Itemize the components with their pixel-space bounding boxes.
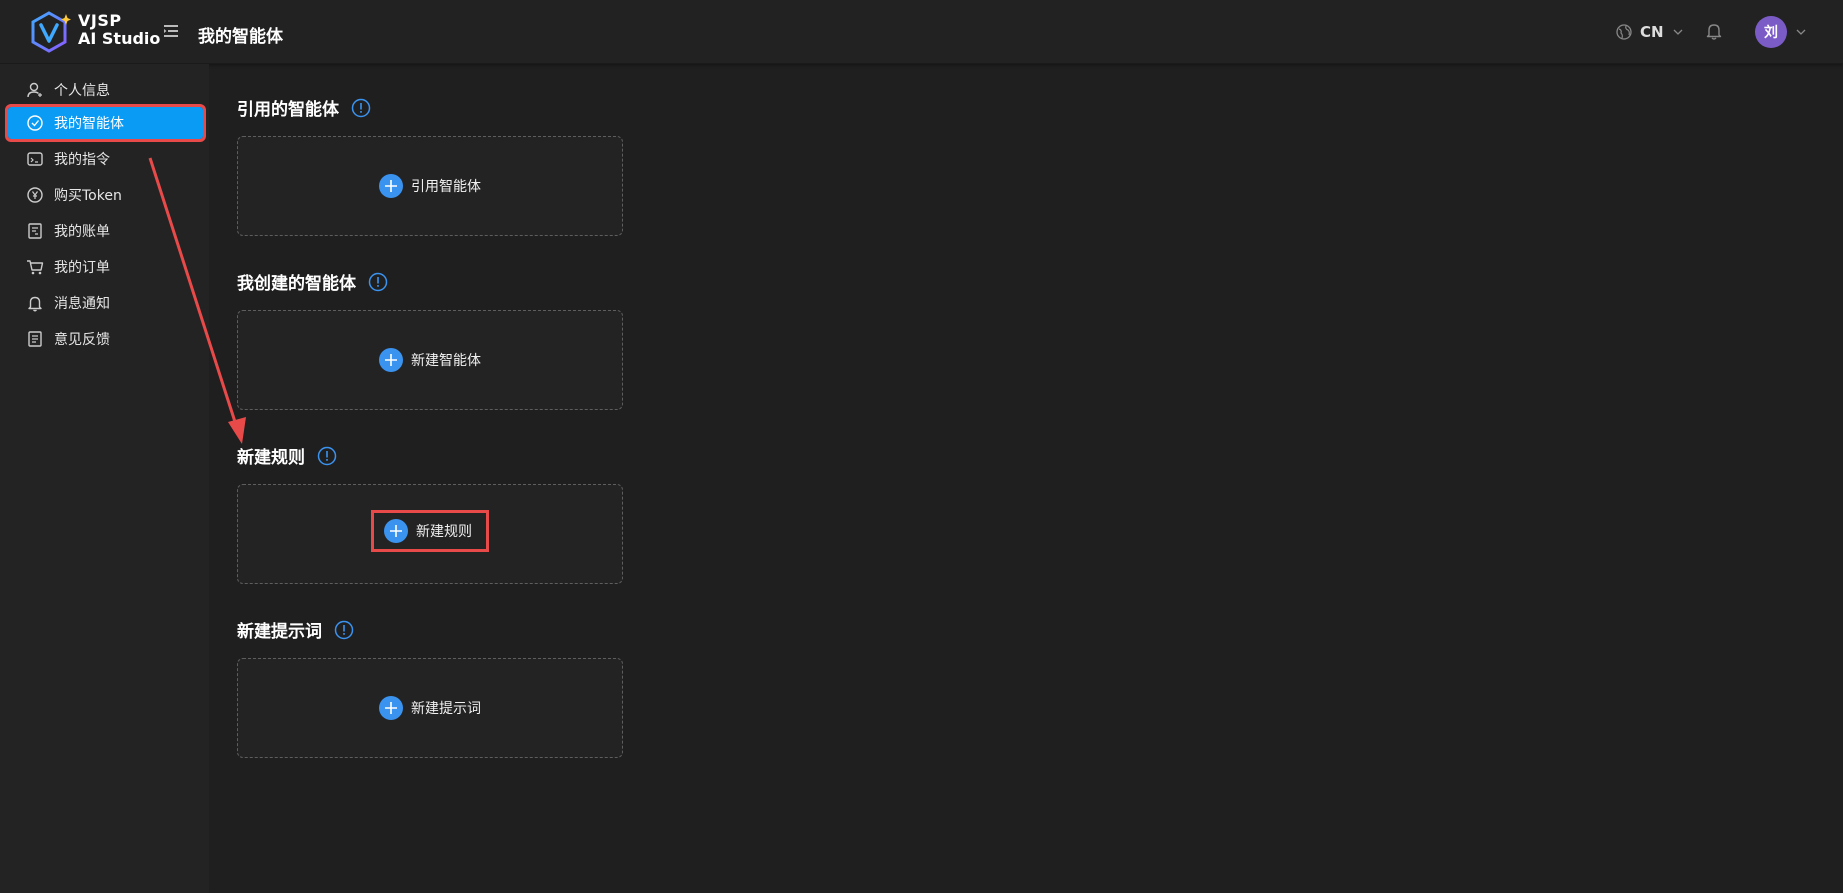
new-prompt-card: 新建提示词 [237, 658, 623, 758]
sidebar-item-notifications[interactable]: 消息通知 [8, 287, 203, 319]
section-title-text: 新建规则 [237, 448, 305, 468]
plus-icon [379, 174, 403, 198]
referenced-agents-card: 引用智能体 [237, 136, 623, 236]
chevron-down-icon [1796, 29, 1806, 35]
cart-icon [27, 260, 44, 275]
section-title-new-prompt: 新建提示词 [237, 617, 354, 642]
sidebar-item-label: 意见反馈 [54, 332, 110, 348]
my-created-agents-card: 新建智能体 [237, 310, 623, 410]
chevron-down-icon [1673, 29, 1683, 35]
command-icon [27, 152, 43, 166]
sidebar-item-my-bills[interactable]: 我的账单 [8, 215, 203, 247]
language-label: CN [1640, 23, 1664, 41]
info-icon[interactable] [368, 272, 388, 292]
page-title: 我的智能体 [198, 27, 283, 47]
plus-icon [379, 696, 403, 720]
highlight-box: 新建规则 [371, 510, 489, 552]
new-rule-card: 新建规则 [237, 484, 623, 584]
vjsp-logo-icon [31, 11, 71, 53]
globe-icon [1616, 24, 1632, 40]
logo-text: VJSP AI Studio [78, 12, 160, 48]
language-selector[interactable]: CN [1616, 20, 1684, 44]
sidebar-item-label: 我的账单 [54, 224, 110, 240]
sidebar-item-feedback[interactable]: 意见反馈 [8, 323, 203, 355]
avatar: 刘 [1755, 16, 1787, 48]
section-title-text: 引用的智能体 [237, 100, 339, 120]
sidebar-item-label: 购买Token [54, 188, 122, 204]
plus-icon [384, 519, 408, 543]
info-icon[interactable] [317, 446, 337, 466]
user-icon [27, 82, 42, 98]
yen-coin-icon [27, 187, 43, 203]
section-title-new-rule: 新建规则 [237, 443, 337, 468]
feedback-icon [28, 331, 42, 347]
button-label: 新建智能体 [411, 353, 481, 369]
info-icon[interactable] [351, 98, 371, 118]
sidebar-item-label: 我的订单 [54, 260, 110, 276]
section-title-text: 新建提示词 [237, 622, 322, 642]
new-agent-button[interactable]: 新建智能体 [238, 343, 622, 377]
sidebar-item-my-orders[interactable]: 我的订单 [8, 251, 203, 283]
new-prompt-button[interactable]: 新建提示词 [238, 691, 622, 725]
section-title-text: 我创建的智能体 [237, 274, 356, 294]
menu-toggle-icon[interactable] [162, 22, 180, 40]
button-label: 新建提示词 [411, 701, 481, 717]
sidebar-item-label: 我的指令 [54, 152, 110, 168]
sidebar-item-my-commands[interactable]: 我的指令 [8, 143, 203, 175]
button-label: 新建规则 [416, 524, 472, 540]
sidebar-item-label: 消息通知 [54, 296, 110, 312]
sidebar-item-my-agents[interactable]: 我的智能体 [5, 104, 206, 142]
sidebar-item-profile[interactable]: 个人信息 [8, 74, 203, 106]
reference-agent-button[interactable]: 引用智能体 [238, 169, 622, 203]
bill-icon [28, 223, 42, 239]
logo-line1: VJSP [78, 11, 122, 30]
section-title-my-created-agents: 我创建的智能体 [237, 269, 388, 294]
user-menu[interactable]: 刘 [1755, 16, 1807, 48]
plus-icon [379, 348, 403, 372]
agent-icon [27, 115, 43, 131]
sidebar-item-buy-token[interactable]: 购买Token [8, 179, 203, 211]
new-rule-button[interactable]: 新建规则 [238, 508, 622, 554]
section-title-referenced-agents: 引用的智能体 [237, 95, 371, 120]
button-label: 引用智能体 [411, 179, 481, 195]
sidebar-item-label: 我的智能体 [54, 116, 124, 132]
notification-bell-icon[interactable] [1704, 21, 1724, 41]
sidebar: 个人信息 我的智能体 我的指令 购买Token 我的账单 我的订单 消息通知 意… [0, 64, 209, 893]
top-header: VJSP AI Studio 我的智能体 CN 刘 [0, 0, 1843, 64]
info-icon[interactable] [334, 620, 354, 640]
bell-icon [28, 296, 42, 312]
sidebar-item-label: 个人信息 [54, 83, 110, 99]
logo-line2: AI Studio [78, 29, 161, 48]
